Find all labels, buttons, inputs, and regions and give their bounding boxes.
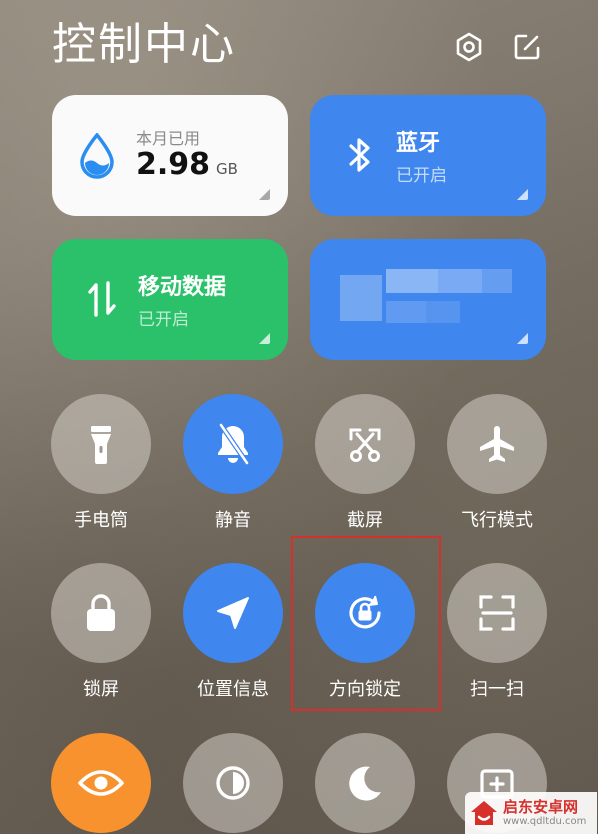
bluetooth-status: 已开启: [396, 166, 447, 186]
watermark: 启东安卓网 www.qdltdu.com: [465, 792, 597, 834]
eye-icon: [78, 770, 124, 796]
edit-icon: [514, 34, 540, 60]
pixelated-block: [386, 301, 426, 323]
moon-icon: [349, 766, 381, 801]
data-usage-tile[interactable]: 本月已用 2.98 GB: [52, 95, 288, 216]
mobile-data-title: 移动数据: [138, 275, 227, 300]
scissors-screenshot-icon: [349, 428, 381, 462]
data-transfer-arrows-icon: [82, 279, 122, 319]
watermark-text: 启东安卓网 www.qdltdu.com: [503, 797, 587, 828]
flashlight-label: 手电筒: [74, 510, 128, 531]
usage-label: 本月已用: [136, 129, 201, 148]
dark-mode-toggle[interactable]: [183, 733, 283, 833]
flashlight-icon: [91, 426, 111, 464]
expand-corner-icon[interactable]: [259, 189, 270, 200]
screenshot-toggle[interactable]: [315, 394, 415, 494]
usage-unit: GB: [216, 160, 238, 178]
bluetooth-title: 蓝牙: [396, 131, 441, 156]
highlight-annotation-box: [291, 536, 441, 711]
scan-toggle[interactable]: [447, 563, 547, 663]
pixelated-block: [438, 269, 482, 293]
airplane-icon: [480, 426, 514, 462]
expand-corner-icon[interactable]: [259, 333, 270, 344]
wifi-tile[interactable]: [310, 239, 546, 360]
pixelated-block: [482, 269, 512, 293]
mute-toggle[interactable]: [183, 394, 283, 494]
airplane-mode-toggle[interactable]: [447, 394, 547, 494]
expand-corner-icon[interactable]: [517, 189, 528, 200]
watermark-url: www.qdltdu.com: [503, 815, 587, 827]
lock-icon: [87, 594, 115, 631]
edit-button[interactable]: [510, 30, 544, 64]
location-arrow-icon: [217, 597, 249, 629]
expand-corner-icon[interactable]: [517, 333, 528, 344]
water-drop-icon: [80, 133, 114, 179]
house-logo-icon: [471, 801, 497, 825]
mute-label: 静音: [215, 510, 251, 531]
lock-screen-toggle[interactable]: [51, 563, 151, 663]
pixelated-block: [340, 275, 382, 321]
watermark-name: 启东安卓网: [503, 797, 579, 816]
screenshot-label: 截屏: [347, 510, 383, 531]
eye-comfort-toggle[interactable]: [51, 733, 151, 833]
pixelated-block: [426, 301, 460, 323]
settings-button[interactable]: [452, 30, 486, 64]
bluetooth-icon: [340, 135, 380, 175]
pixelated-block: [386, 269, 438, 293]
bluetooth-tile[interactable]: 蓝牙 已开启: [310, 95, 546, 216]
location-toggle[interactable]: [183, 563, 283, 663]
mobile-data-status: 已开启: [138, 310, 189, 330]
flashlight-toggle[interactable]: [51, 394, 151, 494]
page-title: 控制中心: [52, 19, 236, 70]
scan-icon: [479, 595, 515, 631]
lock-screen-label: 锁屏: [83, 679, 119, 700]
usage-number: 2.98: [136, 147, 211, 182]
bell-slash-icon: [218, 422, 250, 466]
hexagon-settings-icon: [456, 32, 482, 62]
scan-label: 扫一扫: [470, 679, 524, 700]
usage-value: 2.98 GB: [136, 147, 238, 182]
mobile-data-tile[interactable]: 移动数据 已开启: [52, 239, 288, 360]
location-label: 位置信息: [197, 679, 269, 700]
airplane-mode-label: 飞行模式: [461, 510, 533, 531]
contrast-icon: [216, 766, 250, 800]
night-mode-toggle[interactable]: [315, 733, 415, 833]
